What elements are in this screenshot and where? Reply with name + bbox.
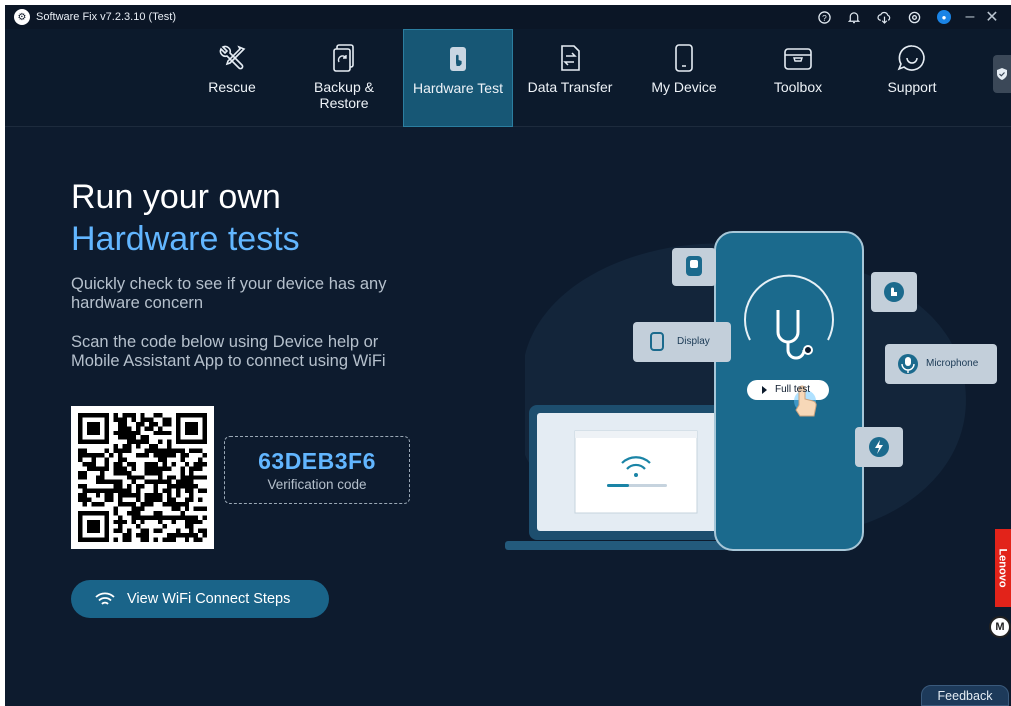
transfer-icon — [557, 43, 583, 73]
tab-rescue-label: Rescue — [208, 79, 256, 95]
tab-data-transfer-label: Data Transfer — [527, 79, 613, 95]
bell-icon[interactable] — [839, 5, 869, 29]
shield-icon[interactable] — [993, 55, 1011, 93]
view-wifi-steps-button[interactable]: View WiFi Connect Steps — [71, 580, 329, 618]
tab-support[interactable]: Support — [857, 29, 967, 127]
verification-code-label: Verification code — [267, 477, 367, 492]
motorola-logo-icon: M — [989, 616, 1011, 638]
title-bar-controls: ? ● – ✕ — [809, 5, 1003, 29]
view-wifi-steps-label: View WiFi Connect Steps — [127, 591, 291, 607]
app-logo-icon: ⚙ — [14, 9, 30, 25]
phone-icon — [673, 43, 695, 73]
close-button[interactable]: ✕ — [981, 5, 1003, 29]
app-title: Software Fix v7.2.3.10 (Test) — [36, 11, 176, 23]
settings-icon[interactable] — [899, 5, 929, 29]
tab-rescue[interactable]: Rescue — [177, 29, 287, 127]
qr-code — [71, 406, 214, 549]
backup-icon — [331, 43, 357, 73]
touch-device-icon — [448, 44, 468, 74]
intro-text: Quickly check to see if your device has … — [71, 275, 387, 312]
feedback-button[interactable]: Feedback — [921, 685, 1009, 706]
page-title: Run your own — [71, 178, 281, 216]
tab-my-device[interactable]: My Device — [629, 29, 739, 127]
motorola-logo-text: M — [995, 621, 1005, 633]
wifi-icon — [95, 592, 115, 605]
tab-toolbox-label: Toolbox — [773, 79, 823, 95]
lenovo-logo-text: Lenovo — [997, 548, 1009, 588]
tab-toolbox[interactable]: Toolbox — [743, 29, 853, 127]
cloud-download-icon[interactable] — [869, 5, 899, 29]
app-window: ⚙ Software Fix v7.2.3.10 (Test) ? ● – ✕ — [5, 5, 1011, 706]
lenovo-logo: Lenovo — [995, 529, 1011, 607]
tab-backup-restore[interactable]: Backup & Restore — [289, 29, 399, 127]
tab-backup-label: Backup & Restore — [314, 79, 374, 111]
tab-hardware-test[interactable]: Hardware Test — [403, 29, 513, 127]
help-icon[interactable]: ? — [809, 5, 839, 29]
full-test-label: Full test — [775, 384, 811, 395]
tab-support-label: Support — [887, 79, 937, 95]
verification-code-box: 63DEB3F6 Verification code — [224, 436, 410, 504]
hardware-test-illustration: Display Microphone Full test — [485, 205, 1005, 565]
scan-instructions: Scan the code below using Device help or… — [71, 333, 386, 370]
tools-icon — [215, 43, 249, 73]
chat-icon — [896, 43, 928, 73]
page-subtitle: Hardware tests — [71, 220, 300, 258]
user-icon[interactable]: ● — [929, 5, 959, 29]
microphone-card-label: Microphone — [926, 358, 979, 369]
tab-data-transfer[interactable]: Data Transfer — [515, 29, 625, 127]
display-card-label: Display — [677, 336, 710, 347]
svg-text:?: ? — [822, 12, 827, 22]
toolbox-icon — [782, 43, 814, 73]
minimize-button[interactable]: – — [959, 5, 981, 29]
tab-my-device-label: My Device — [651, 79, 717, 95]
verification-code: 63DEB3F6 — [258, 448, 376, 474]
main-nav: Rescue Backup & Restore Hardware Test Da… — [5, 29, 1011, 127]
tab-hardware-test-label: Hardware Test — [412, 80, 503, 96]
title-bar: ⚙ Software Fix v7.2.3.10 (Test) ? ● – ✕ — [5, 5, 1011, 29]
